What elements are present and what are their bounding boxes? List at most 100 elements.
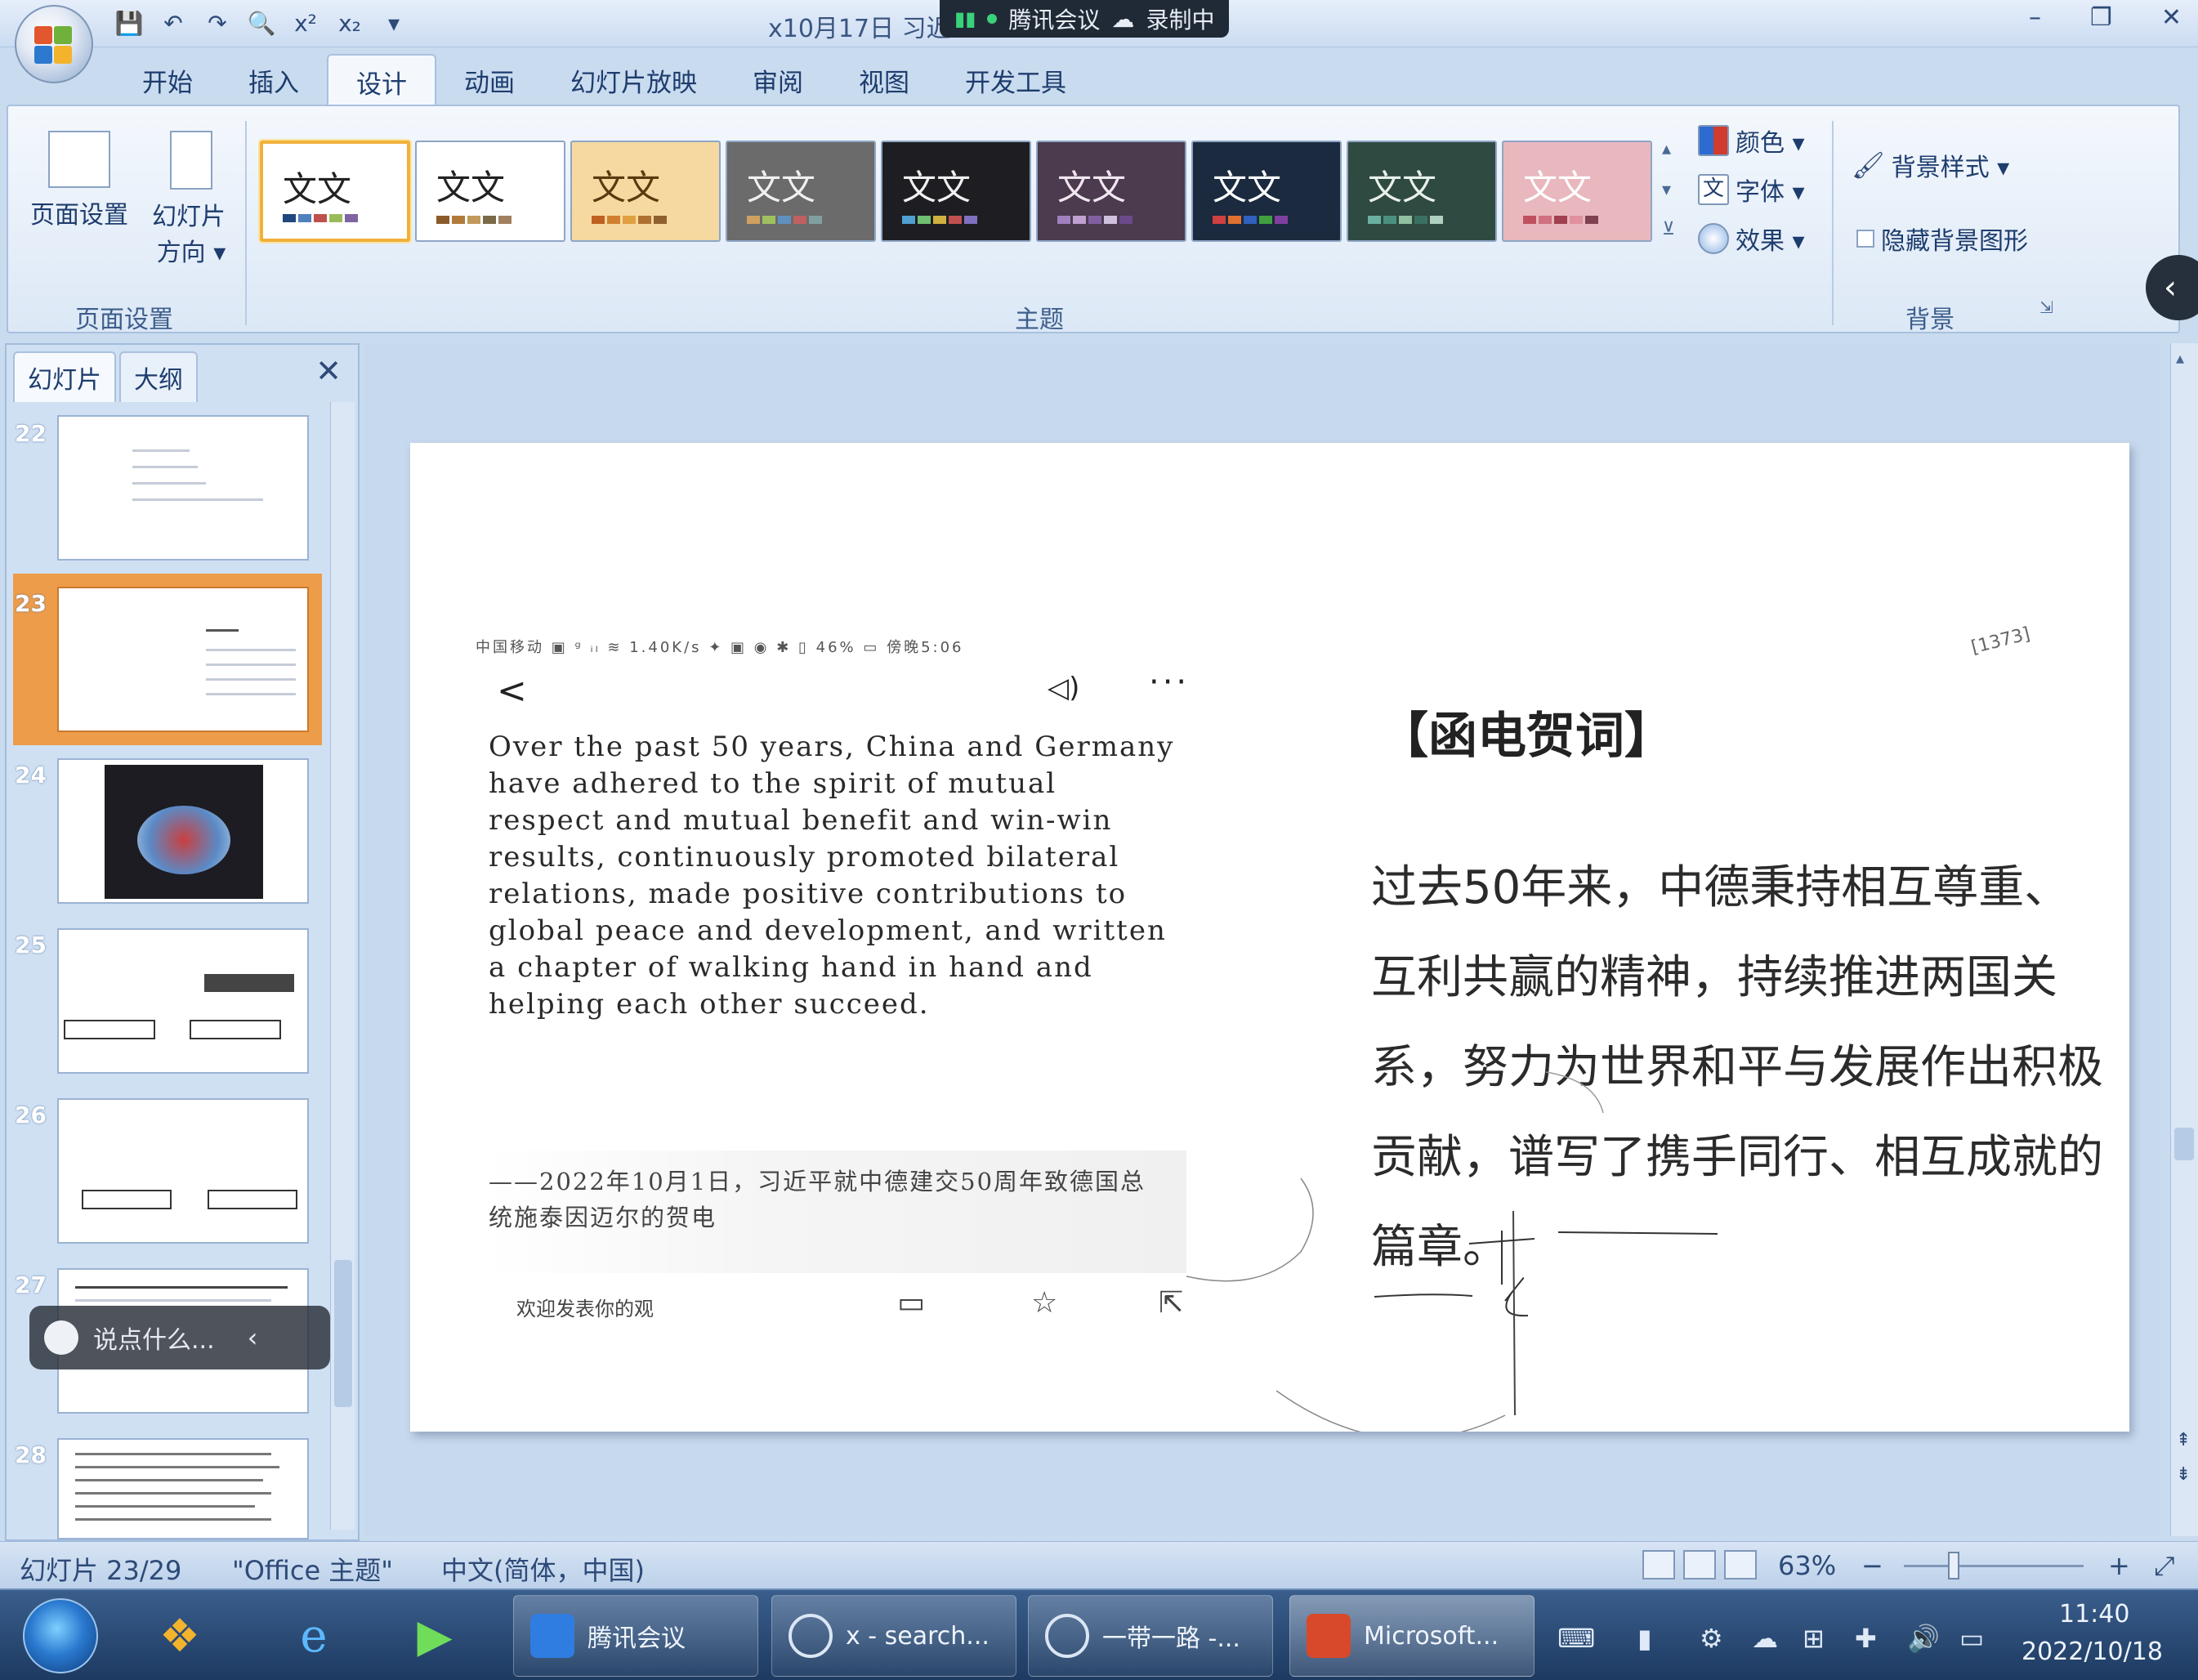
theme-thumbnail-3[interactable]: 文文 xyxy=(570,141,721,242)
slide-sorter-view-button[interactable] xyxy=(1683,1550,1716,1579)
theme-colors-button[interactable]: 颜色 ▾ xyxy=(1698,123,1805,159)
tab-slides[interactable]: 幻灯片 xyxy=(13,351,116,402)
customize-qat-icon[interactable]: ▾ xyxy=(378,7,410,39)
security-icon[interactable]: ✚ xyxy=(1855,1623,1877,1654)
scrollbar-thumb[interactable] xyxy=(334,1260,352,1407)
color-swatch xyxy=(1073,216,1086,224)
theme-thumbnail-1[interactable]: 文文 xyxy=(260,141,410,242)
slide-thumbnail-28[interactable] xyxy=(57,1438,309,1539)
tencent-tray-icon[interactable]: ☁ xyxy=(1752,1623,1778,1654)
display-icon[interactable]: ▭ xyxy=(1959,1623,1984,1654)
prev-slide-icon[interactable]: ⇞ xyxy=(2176,1430,2191,1450)
keyboard-icon[interactable]: ⌨ xyxy=(1557,1623,1595,1654)
input-method-icon[interactable]: ⊞ xyxy=(1803,1623,1825,1654)
internet-explorer-icon[interactable]: e xyxy=(278,1600,350,1672)
hide-background-graphics-checkbox[interactable]: 隐藏背景图形 xyxy=(1856,221,2028,257)
theme-sample-text: 文文 xyxy=(747,168,816,208)
normal-view-button[interactable] xyxy=(1642,1550,1675,1579)
print-preview-icon[interactable]: 🔍 xyxy=(245,7,278,39)
theme-thumbnail-8[interactable]: 文文 xyxy=(1347,141,1497,242)
background-dialog-launcher-icon[interactable]: ⇲ xyxy=(2039,297,2053,317)
clock-date[interactable]: 2022/10/18 xyxy=(2022,1638,2163,1666)
themes-group-label: 主题 xyxy=(1015,306,1064,334)
restore-button[interactable]: ❐ xyxy=(2090,3,2112,32)
fit-to-window-icon[interactable]: ⤢ xyxy=(2154,1550,2175,1582)
slide-thumbnail-23[interactable] xyxy=(57,587,309,732)
zoom-out-button[interactable]: − xyxy=(1861,1550,1883,1581)
meeting-recording-overlay[interactable]: ▮▮ 腾讯会议 ☁ 录制中 xyxy=(940,0,1230,38)
slides-panel-scrollbar[interactable] xyxy=(330,402,355,1530)
undo-icon[interactable]: ↶ xyxy=(157,7,190,39)
taskbar-item-search-2[interactable]: 一带一路 -... xyxy=(1028,1595,1273,1677)
network-device-icon[interactable]: ⚙ xyxy=(1700,1623,1723,1654)
slide-scrollbar[interactable]: ▴ ⇞ ⇟ xyxy=(2170,343,2198,1536)
theme-thumbnail-2[interactable]: 文文 xyxy=(415,141,565,242)
zoom-slider[interactable] xyxy=(1904,1565,2084,1567)
usb-device-icon[interactable]: ▮ xyxy=(1637,1623,1652,1654)
theme-thumbnail-6[interactable]: 文文 xyxy=(1036,141,1186,242)
taskbar-item-search-1[interactable]: x - search... xyxy=(771,1595,1016,1677)
background-styles-button[interactable]: 🖌 背景样式 ▾ xyxy=(1852,147,2009,183)
checkbox-icon xyxy=(1856,230,1874,248)
tab-animations[interactable]: 动画 xyxy=(436,54,543,106)
thumb-text-line xyxy=(75,1286,288,1289)
color-swatch xyxy=(283,214,296,222)
zoom-in-button[interactable]: + xyxy=(2108,1550,2130,1581)
gallery-more[interactable]: ⊻ xyxy=(1662,219,1675,239)
superscript-icon[interactable]: x² xyxy=(289,7,322,39)
gallery-scroll-down[interactable]: ▾ xyxy=(1662,180,1671,200)
tab-developer[interactable]: 开发工具 xyxy=(937,54,1094,106)
slide-thumbnail-24[interactable] xyxy=(57,758,309,904)
save-icon[interactable]: 💾 xyxy=(113,7,145,39)
windows-logo-icon[interactable]: ❖ xyxy=(144,1600,216,1672)
slide-orientation-button[interactable]: 幻灯片方向 方向 ▾ xyxy=(142,131,240,268)
zoom-slider-handle[interactable] xyxy=(1948,1552,1959,1579)
theme-thumbnail-5[interactable]: 文文 xyxy=(881,141,1031,242)
redo-icon[interactable]: ↷ xyxy=(201,7,234,39)
page-setup-button[interactable]: 页面设置 xyxy=(26,131,132,230)
theme-fonts-button[interactable]: 文 字体 ▾ xyxy=(1698,172,1805,208)
tab-outline[interactable]: 大纲 xyxy=(119,351,198,402)
zoom-level[interactable]: 63% xyxy=(1778,1550,1836,1581)
slide-canvas[interactable]: 中国移动 ▣ ᵍ ᵢₗ ≋ 1.40K/s ✦ ▣ ◉ ✱ ▯ 46% ▭ 傍晚… xyxy=(410,443,2129,1432)
tab-slide-show[interactable]: 幻灯片放映 xyxy=(543,54,725,106)
minimize-button[interactable]: – xyxy=(2029,3,2041,32)
slide-number: 25 xyxy=(15,932,47,958)
subscript-icon[interactable]: x₂ xyxy=(333,7,366,39)
tab-home[interactable]: 开始 xyxy=(114,54,221,106)
scrollbar-thumb[interactable] xyxy=(2174,1128,2194,1160)
volume-icon[interactable]: 🔊 xyxy=(1907,1623,1940,1654)
thumb-text-line xyxy=(75,1518,271,1521)
slide-number: 22 xyxy=(15,420,47,447)
scroll-up-icon[interactable]: ▴ xyxy=(2176,348,2184,368)
language-indicator[interactable]: 中文(简体，中国) xyxy=(441,1550,645,1588)
title-bar: 💾 ↶ ↷ 🔍 x² x₂ ▾ x10月17日 习近...oft PowerPo… xyxy=(0,0,2198,47)
taskbar-item-powerpoint[interactable]: Microsoft... xyxy=(1289,1595,1535,1677)
task-label: Microsoft... xyxy=(1364,1621,1499,1651)
theme-effects-button[interactable]: 效果 ▾ xyxy=(1698,221,1805,257)
gallery-scroll-up[interactable]: ▴ xyxy=(1662,139,1671,159)
slide-show-view-button[interactable] xyxy=(1724,1550,1757,1579)
media-player-icon[interactable]: ▶ xyxy=(399,1600,471,1672)
clock-time[interactable]: 11:40 xyxy=(2059,1600,2129,1629)
meeting-app-label: 腾讯会议 xyxy=(1008,7,1101,34)
close-panel-button[interactable]: ✕ xyxy=(315,353,342,389)
slide-thumbnail-25[interactable] xyxy=(57,928,309,1074)
theme-thumbnail-7[interactable]: 文文 xyxy=(1191,141,1342,242)
slide-thumbnail-26[interactable] xyxy=(57,1098,309,1244)
tab-view[interactable]: 视图 xyxy=(831,54,937,106)
tab-review[interactable]: 审阅 xyxy=(725,54,831,106)
theme-thumbnail-9[interactable]: 文文 xyxy=(1502,141,1652,242)
meeting-chat-input[interactable]: 说点什么... ‹ xyxy=(29,1306,330,1369)
office-button[interactable] xyxy=(15,5,93,83)
theme-thumbnail-4[interactable]: 文文 xyxy=(726,141,876,242)
emoji-icon[interactable] xyxy=(44,1320,78,1355)
next-slide-icon[interactable]: ⇟ xyxy=(2176,1464,2191,1485)
chevron-left-icon[interactable]: ‹ xyxy=(248,1322,258,1353)
close-button[interactable]: ✕ xyxy=(2161,3,2182,32)
taskbar-item-tencent-meeting[interactable]: 腾讯会议 xyxy=(513,1595,758,1677)
slide-thumbnail-22[interactable] xyxy=(57,415,309,561)
tab-design[interactable]: 设计 xyxy=(327,54,436,106)
start-button[interactable] xyxy=(23,1598,98,1673)
tab-insert[interactable]: 插入 xyxy=(221,54,327,106)
